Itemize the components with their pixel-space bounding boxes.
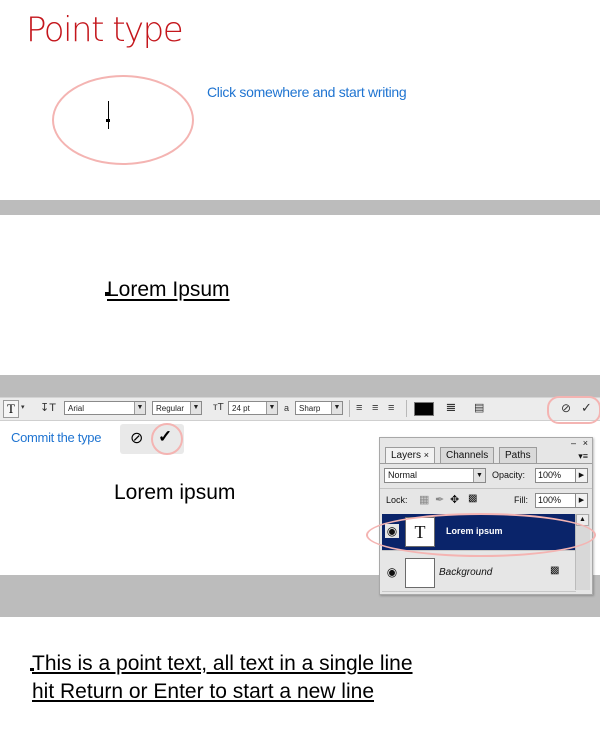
fill-value: 100% <box>538 495 562 505</box>
commit-check-icon[interactable]: ✓ <box>158 427 172 447</box>
font-family-value: Arial <box>68 404 85 413</box>
align-left-icon[interactable]: ≡ <box>356 401 362 415</box>
chevron-down-icon: ▼ <box>190 402 201 414</box>
chevron-down-icon: ▼ <box>331 402 342 414</box>
toolbar-divider <box>349 400 350 417</box>
lock-image-icon[interactable]: ✒ <box>435 493 444 506</box>
opacity-field[interactable]: 100% ▶ <box>535 468 588 483</box>
chevron-down-icon: ▼ <box>266 402 277 414</box>
lock-all-icon[interactable]: ▩ <box>468 493 477 504</box>
tab-close-icon[interactable]: × <box>424 450 429 460</box>
antialias-icon: a <box>284 403 290 413</box>
antialias-select[interactable]: Sharp ▼ <box>295 401 343 415</box>
text-color-swatch[interactable] <box>414 402 434 416</box>
highlight-ellipse <box>366 513 596 557</box>
lock-label: Lock: <box>386 495 408 505</box>
background-thumbnail <box>405 558 435 588</box>
visibility-eye-icon[interactable]: ◉ <box>385 565 399 579</box>
cancel-icon[interactable]: ⊘ <box>561 401 571 415</box>
layer-name[interactable]: Background <box>439 567 492 578</box>
font-size-select[interactable]: 24 pt ▼ <box>228 401 278 415</box>
character-panel-icon[interactable]: ▤ <box>474 401 484 415</box>
lock-transparent-icon[interactable]: ▦ <box>419 493 429 506</box>
font-size-icon: ᴛT <box>213 402 224 413</box>
font-style-select[interactable]: Regular ▼ <box>152 401 202 415</box>
align-center-icon[interactable]: ≡ <box>372 401 378 415</box>
sample-point-text: Lorem Ipsum <box>105 278 230 301</box>
tab-divider <box>380 463 592 464</box>
blend-mode-value: Normal <box>388 470 418 480</box>
commit-label: Commit the type <box>11 430 102 445</box>
type-tool-icon[interactable]: T <box>3 400 19 418</box>
opacity-label: Opacity: <box>492 470 526 480</box>
flyout-arrow-icon[interactable]: ▶ <box>575 468 588 483</box>
tab-layers-label: Layers <box>391 450 422 461</box>
fill-field[interactable]: 100% ▶ <box>535 493 588 508</box>
font-style-value: Regular <box>156 404 185 413</box>
blend-mode-select[interactable]: Normal ▼ <box>384 468 486 483</box>
antialias-value: Sharp <box>299 404 321 413</box>
tab-layers[interactable]: Layers × <box>385 447 436 463</box>
tool-preset-arrow-icon[interactable]: ▾ <box>21 401 25 415</box>
fill-label: Fill: <box>514 495 528 505</box>
hint-text: Click somewhere and start writing <box>207 84 407 100</box>
body-line-1: This is a point text, all text in a sing… <box>32 652 413 675</box>
lock-position-icon[interactable]: ✥ <box>450 493 459 506</box>
text-cursor-baseline <box>106 119 110 122</box>
layer-row-background[interactable]: ◉ Background ▩ <box>382 555 576 592</box>
chevron-down-icon: ▼ <box>134 402 145 414</box>
text-cursor-icon <box>108 101 109 129</box>
section-title: Point type <box>26 10 184 50</box>
commit-popup: ⊘ ✓ <box>120 423 184 455</box>
warp-text-icon[interactable]: 𝌆 <box>446 401 456 415</box>
divider <box>380 488 592 489</box>
highlight-ellipse <box>52 75 194 165</box>
body-line-2: hit Return or Enter to start a new line <box>32 680 374 703</box>
sample-text-2: Lorem ipsum <box>114 481 236 504</box>
chevron-down-icon: ▼ <box>473 469 485 482</box>
opacity-value: 100% <box>538 470 562 480</box>
tab-channels[interactable]: Channels <box>440 447 495 463</box>
toolbar-divider <box>406 400 407 417</box>
cancel-icon[interactable]: ⊘ <box>130 428 143 448</box>
highlight-circle <box>547 396 600 424</box>
font-size-value: 24 pt <box>232 404 250 413</box>
font-family-select[interactable]: Arial ▼ <box>64 401 146 415</box>
align-right-icon[interactable]: ≡ <box>388 401 394 415</box>
type-options-toolbar: T ▾ ↧T Arial ▼ Regular ▼ ᴛT 24 pt ▼ a Sh… <box>0 396 600 424</box>
panel-collapse-icon[interactable]: – <box>571 438 576 448</box>
text-orientation-icon[interactable]: ↧T <box>40 401 56 415</box>
tab-paths[interactable]: Paths <box>499 447 537 463</box>
separator-2 <box>0 375 600 397</box>
panel-close-icon[interactable]: × <box>583 438 588 448</box>
lock-icon: ▩ <box>550 565 560 576</box>
commit-check-icon[interactable]: ✓ <box>581 401 592 415</box>
flyout-arrow-icon[interactable]: ▶ <box>575 493 588 508</box>
panel-menu-icon[interactable]: ▾≡ <box>578 451 588 462</box>
separator-1 <box>0 200 600 215</box>
